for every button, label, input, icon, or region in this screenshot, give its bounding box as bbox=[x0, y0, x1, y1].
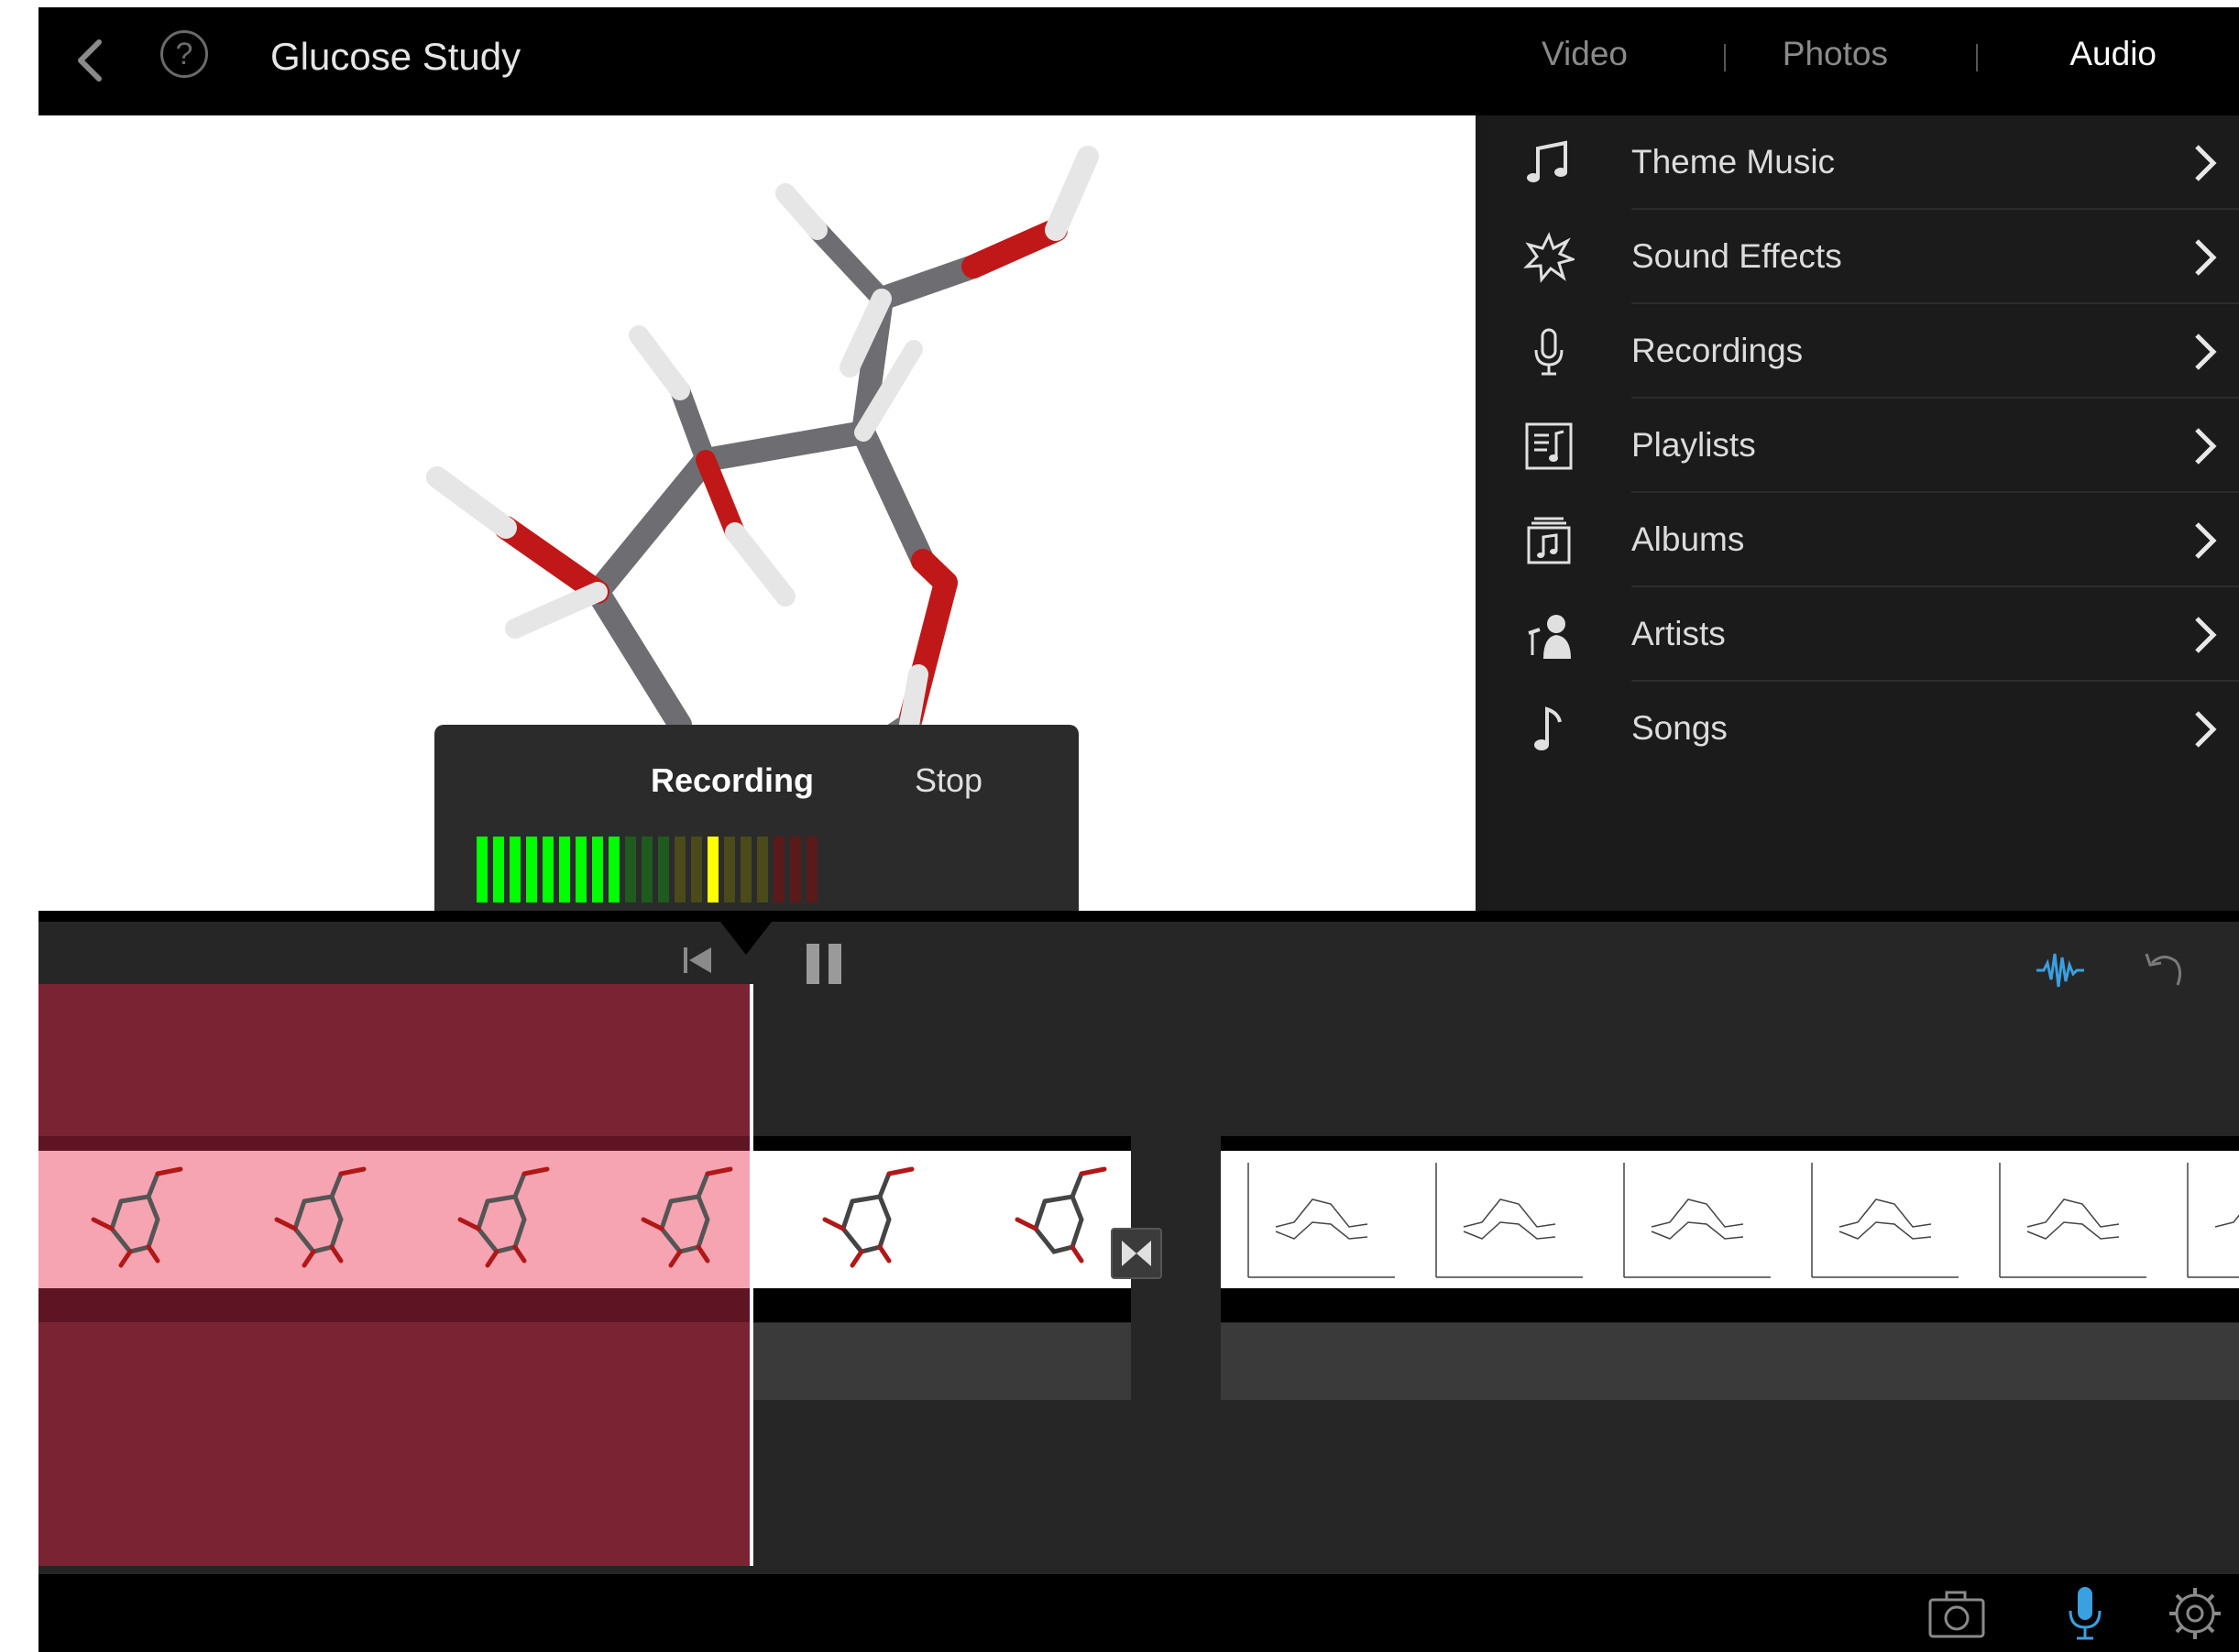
level-meter-segment bbox=[807, 837, 818, 903]
menu-item-label: Theme Music bbox=[1631, 143, 1836, 181]
microphone-record-icon[interactable] bbox=[2055, 1583, 2115, 1644]
audio-browser-menu: Theme Music Sound Effects Recordings Pla… bbox=[1487, 115, 2239, 911]
imovie-app: ? Glucose Study Video Photos Audio Recor… bbox=[38, 7, 2239, 1652]
chevron-right-icon bbox=[2195, 334, 2217, 370]
level-meter-segment bbox=[609, 837, 620, 903]
video-clip-molecule[interactable] bbox=[752, 1136, 1131, 1322]
menu-item-sound-effects[interactable]: Sound Effects bbox=[1487, 210, 2239, 304]
tab-separator bbox=[1976, 44, 1978, 71]
menu-item-label: Playlists bbox=[1631, 426, 1756, 464]
audio-track-lane bbox=[1221, 1323, 2239, 1400]
tab-photos[interactable]: Photos bbox=[1783, 35, 1888, 73]
music-note-icon bbox=[1527, 140, 1567, 182]
chevron-right-icon bbox=[2195, 239, 2217, 276]
level-meter-segment bbox=[477, 837, 488, 903]
top-bar: ? Glucose Study Video Photos Audio bbox=[38, 7, 2239, 115]
level-meter-segment bbox=[526, 837, 537, 903]
menu-item-artists[interactable]: Artists bbox=[1487, 587, 2239, 682]
tab-separator bbox=[1724, 44, 1726, 71]
transition-icon[interactable] bbox=[1111, 1228, 1162, 1279]
pause-icon[interactable] bbox=[799, 940, 851, 991]
level-meter-segment bbox=[576, 837, 587, 903]
clip-thumbnails bbox=[38, 1151, 752, 1288]
menu-item-label: Recordings bbox=[1631, 332, 1804, 369]
tab-audio[interactable]: Audio bbox=[2069, 35, 2157, 73]
chevron-right-icon bbox=[2195, 711, 2217, 748]
chevron-right-icon bbox=[2195, 617, 2217, 653]
project-title: Glucose Study bbox=[270, 35, 521, 78]
level-meter-segment bbox=[625, 837, 636, 903]
audio-track-lane bbox=[752, 1323, 1131, 1400]
back-chevron-icon[interactable] bbox=[64, 33, 119, 88]
molecule-thumbnail-strip bbox=[822, 1166, 1107, 1268]
menu-item-label: Albums bbox=[1631, 520, 1745, 558]
playlist-icon bbox=[1525, 422, 1573, 470]
menu-item-playlists[interactable]: Playlists bbox=[1487, 399, 2239, 493]
level-meter-segment bbox=[543, 837, 554, 903]
camera-icon[interactable] bbox=[1926, 1583, 1987, 1644]
level-meter-segment bbox=[741, 837, 752, 903]
level-meter-segment bbox=[757, 837, 768, 903]
video-clip-glucose-graph[interactable] bbox=[1221, 1136, 2239, 1322]
chevron-right-icon bbox=[2195, 145, 2217, 181]
molecule-thumbnail-strip bbox=[91, 1166, 733, 1268]
recording-status-label: Recording bbox=[651, 761, 815, 799]
level-meter-segment bbox=[658, 837, 669, 903]
menu-item-albums[interactable]: Albums bbox=[1487, 493, 2239, 587]
timeline[interactable] bbox=[38, 922, 2239, 1574]
level-meter-segment bbox=[774, 837, 785, 903]
skip-to-start-icon[interactable] bbox=[678, 940, 719, 980]
menu-item-label: Sound Effects bbox=[1631, 237, 1842, 275]
level-meter-segment bbox=[510, 837, 521, 903]
playhead-marker[interactable] bbox=[720, 922, 772, 955]
level-meter-segment bbox=[642, 837, 653, 903]
undo-icon[interactable] bbox=[2137, 945, 2189, 996]
video-preview[interactable]: Recording Stop bbox=[38, 115, 1476, 911]
video-clip-molecule-recorded[interactable] bbox=[38, 1136, 752, 1322]
graph-thumbnail-strip bbox=[1247, 1163, 2239, 1278]
recording-panel: Recording Stop bbox=[434, 725, 1079, 911]
song-note-icon bbox=[1534, 706, 1562, 750]
menu-item-theme-music[interactable]: Theme Music bbox=[1487, 115, 2239, 210]
audio-level-meter bbox=[477, 837, 823, 903]
level-meter-segment bbox=[592, 837, 603, 903]
bottom-toolbar bbox=[38, 1574, 2239, 1652]
level-meter-segment bbox=[724, 837, 735, 903]
chevron-right-icon bbox=[2195, 428, 2217, 465]
level-meter-peak bbox=[708, 837, 719, 903]
tab-video[interactable]: Video bbox=[1542, 35, 1628, 73]
microphone-icon bbox=[1534, 328, 1564, 376]
starburst-icon bbox=[1523, 232, 1575, 283]
menu-item-label: Artists bbox=[1631, 615, 1726, 652]
menu-item-label: Songs bbox=[1631, 709, 1728, 747]
menu-item-songs[interactable]: Songs bbox=[1487, 682, 2239, 776]
level-meter-segment bbox=[559, 837, 570, 903]
level-meter-segment bbox=[691, 837, 702, 903]
settings-gear-icon[interactable] bbox=[2165, 1583, 2225, 1644]
chevron-right-icon bbox=[2195, 522, 2217, 559]
clip-thumbnails bbox=[752, 1151, 1131, 1288]
preview-timeline-divider bbox=[38, 911, 2239, 922]
level-meter-segment bbox=[675, 837, 686, 903]
level-meter-segment bbox=[493, 837, 504, 903]
audio-waveform-icon[interactable] bbox=[2035, 945, 2086, 996]
album-icon bbox=[1527, 517, 1571, 564]
level-meter-segment bbox=[790, 837, 801, 903]
clip-thumbnails bbox=[1221, 1151, 2239, 1288]
artist-icon bbox=[1528, 615, 1571, 659]
help-icon[interactable]: ? bbox=[160, 30, 208, 78]
menu-item-recordings[interactable]: Recordings bbox=[1487, 304, 2239, 399]
stop-recording-button[interactable]: Stop bbox=[915, 761, 982, 800]
playhead-line[interactable] bbox=[750, 984, 753, 1566]
